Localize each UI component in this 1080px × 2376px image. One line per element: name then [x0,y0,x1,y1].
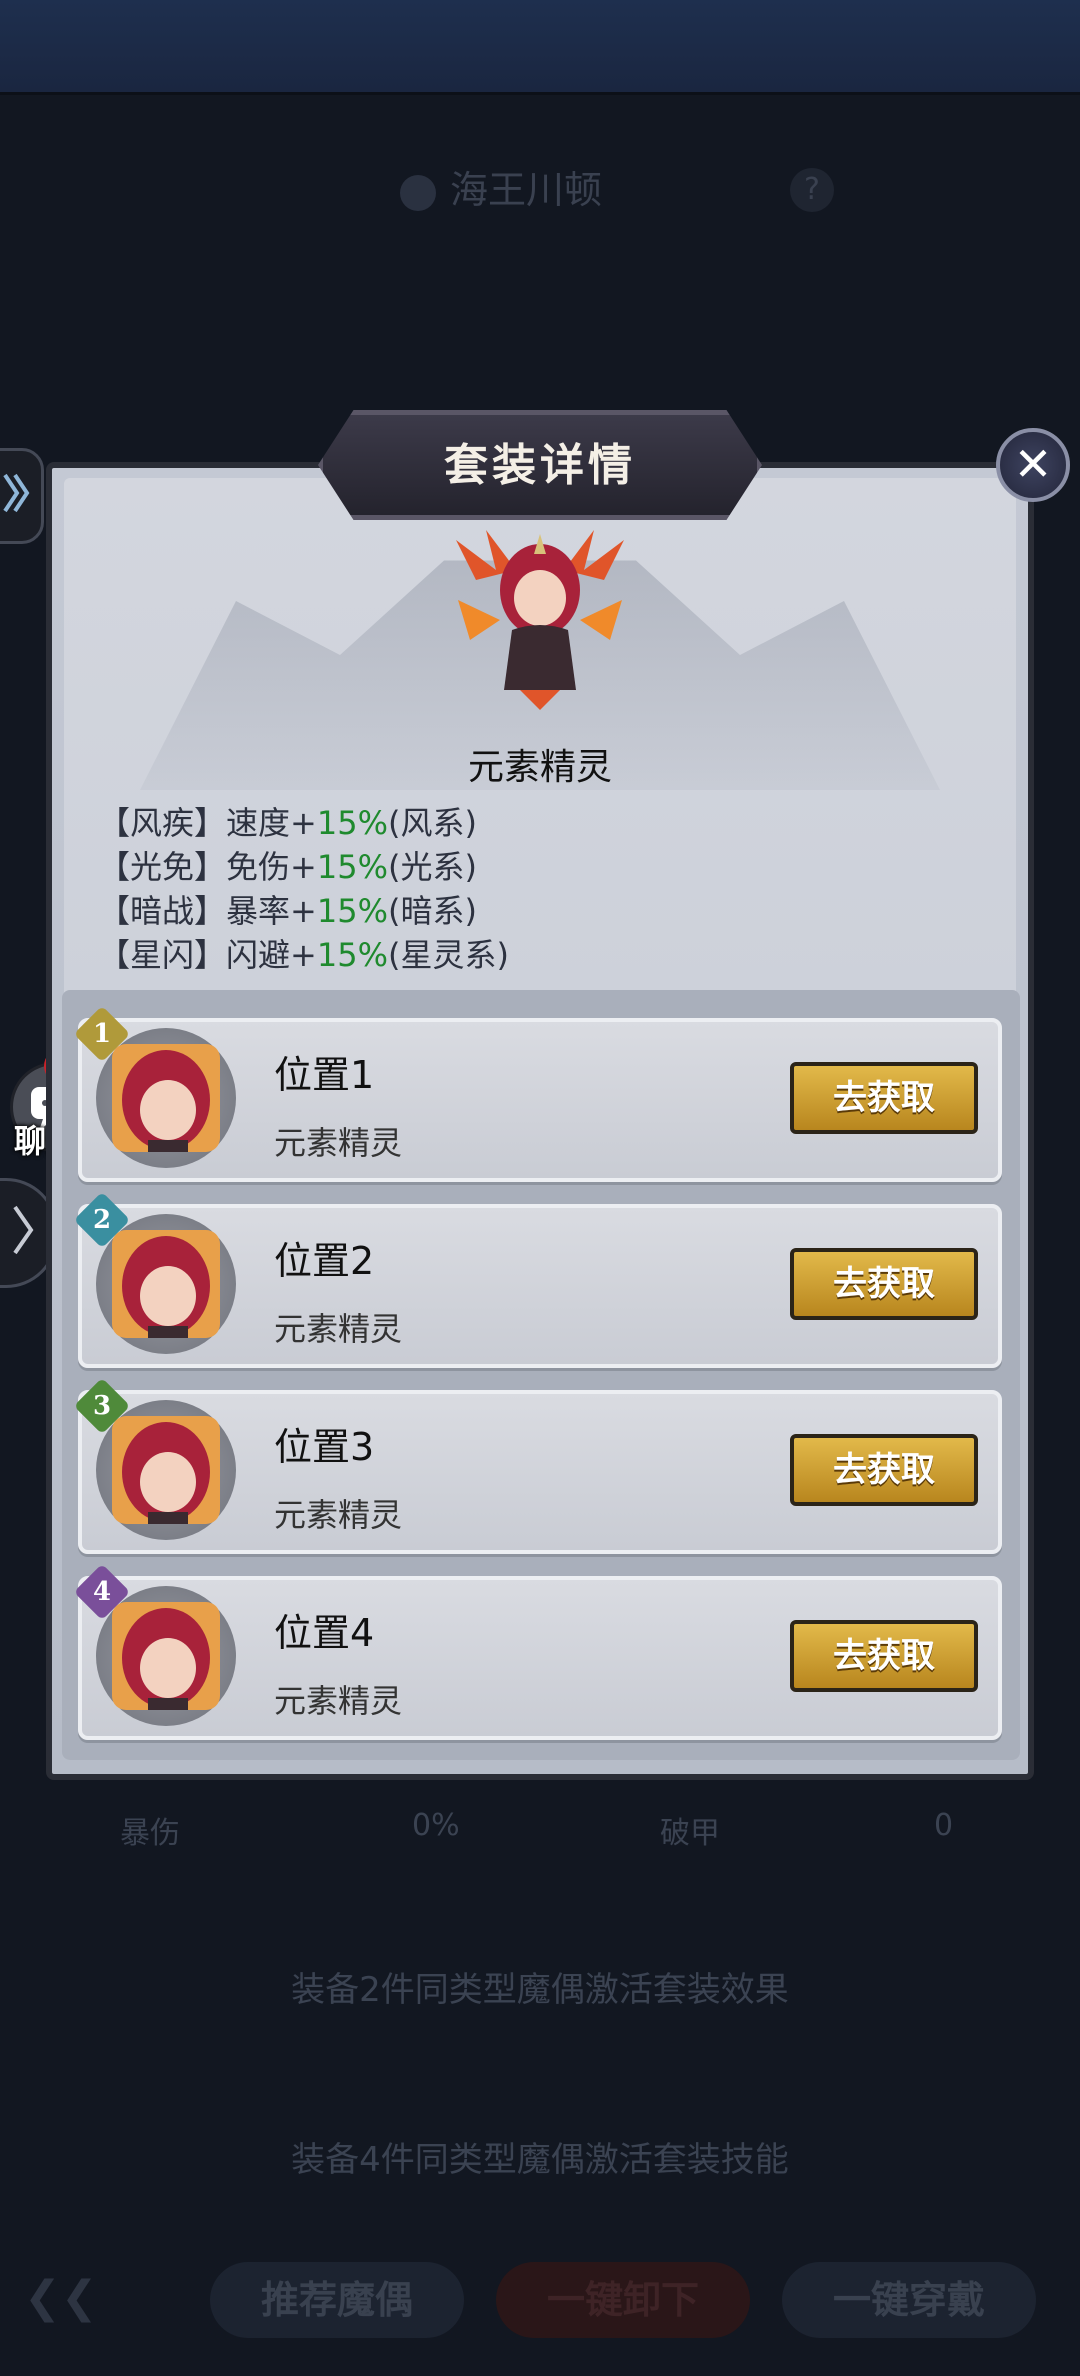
bonus-stat: 免伤+ [226,848,317,886]
slot-subtitle: 元素精灵 [274,1310,403,1348]
slot-subtitle: 元素精灵 [274,1682,403,1720]
bonus-tag: 【暗战】 [98,892,227,930]
help-icon[interactable]: ? [790,168,834,212]
bonus-type: (星灵系) [387,936,509,974]
bonus-stat: 速度+ [226,804,317,842]
bonus-stat: 暴率+ [226,892,317,930]
close-button[interactable]: ✕ [996,428,1070,502]
bonus-line: 【风疾】速度+15%(风系) [98,798,477,844]
slot-number-badge: 1 [73,1005,131,1063]
bonus-type: (暗系) [387,892,477,930]
slot-title: 位置3 [274,1425,375,1469]
hero-name: 元素精灵 [467,747,612,788]
slot-card-2: 2 位置2 元素精灵 去获取 [73,1191,1002,1368]
stat-value-crit-damage: 0% [412,1808,460,1843]
background-title: 海王川顿 [400,160,680,220]
equip-all-button[interactable]: 一键穿戴 [782,2262,1036,2338]
bonus-stat: 闪避+ [226,936,317,974]
bonus-value: 15% [316,936,388,974]
slot-number: 4 [92,1577,112,1607]
slot-subtitle: 元素精灵 [274,1124,403,1162]
chevron-right-icon [13,1205,34,1255]
stat-value-armor-break: 0 [934,1808,954,1843]
bonus-line: 【星闪】闪避+15%(星灵系) [98,930,509,976]
dialog-title: 套装详情 [444,440,636,491]
top-banner [0,0,1080,95]
slot-number-badge: 4 [73,1563,131,1621]
set2-effect-text: 装备2件同类型魔偶激活套装效果 [291,1970,789,2010]
back-icon[interactable]: ❮❮ [24,2272,98,2323]
slot-number: 3 [92,1391,112,1421]
obtain-button[interactable]: 去获取 [790,1248,978,1320]
bonus-tag: 【光免】 [98,848,227,886]
bonus-value: 15% [316,892,388,930]
avatar [112,1044,220,1152]
bonus-value: 15% [316,804,388,842]
slot-card-3: 3 位置3 元素精灵 去获取 [73,1377,1002,1554]
obtain-button[interactable]: 去获取 [790,1434,978,1506]
bonus-line: 【光免】免伤+15%(光系) [98,842,477,888]
slot-number: 1 [92,1019,112,1049]
avatar [112,1416,220,1524]
stat-label-crit-damage: 暴伤 [120,1816,180,1851]
avatar [112,1230,220,1338]
double-chevron-right-icon [3,473,30,513]
slot-title: 位置4 [274,1611,375,1655]
slot-title: 位置1 [274,1053,375,1097]
slot-number: 2 [92,1205,112,1235]
avatar [112,1602,220,1710]
set4-skill-text: 装备4件同类型魔偶激活套装技能 [291,2140,789,2180]
obtain-button[interactable]: 去获取 [790,1620,978,1692]
bonus-value: 15% [316,848,388,886]
slot-subtitle: 元素精灵 [274,1496,403,1534]
slot-title: 位置2 [274,1239,375,1283]
expand-arrow-top[interactable] [0,448,44,544]
element-icon [400,174,436,211]
elemental-spirit-portrait [456,530,624,710]
unequip-all-button[interactable]: 一键卸下 [496,2262,750,2338]
slot-card-4: 4 位置4 元素精灵 去获取 [73,1563,1002,1740]
stat-label-armor-break: 破甲 [660,1816,720,1851]
bonus-tag: 【风疾】 [98,804,227,842]
close-icon: ✕ [1013,437,1053,491]
bonus-line: 【暗战】暴率+15%(暗系) [98,886,477,932]
slot-number-badge: 3 [73,1377,131,1435]
slot-card-1: 1 位置1 元素精灵 去获取 [73,1005,1002,1182]
recommend-button[interactable]: 推荐魔偶 [210,2262,464,2338]
background-title-text: 海王川顿 [450,168,603,212]
bonus-type: (光系) [387,848,477,886]
slot-number-badge: 2 [73,1191,131,1249]
bonus-tag: 【星闪】 [98,936,227,974]
bonus-type: (风系) [387,804,477,842]
obtain-button[interactable]: 去获取 [790,1062,978,1134]
background-stats-row: 暴伤 0% 破甲 0 [0,1800,1080,1851]
